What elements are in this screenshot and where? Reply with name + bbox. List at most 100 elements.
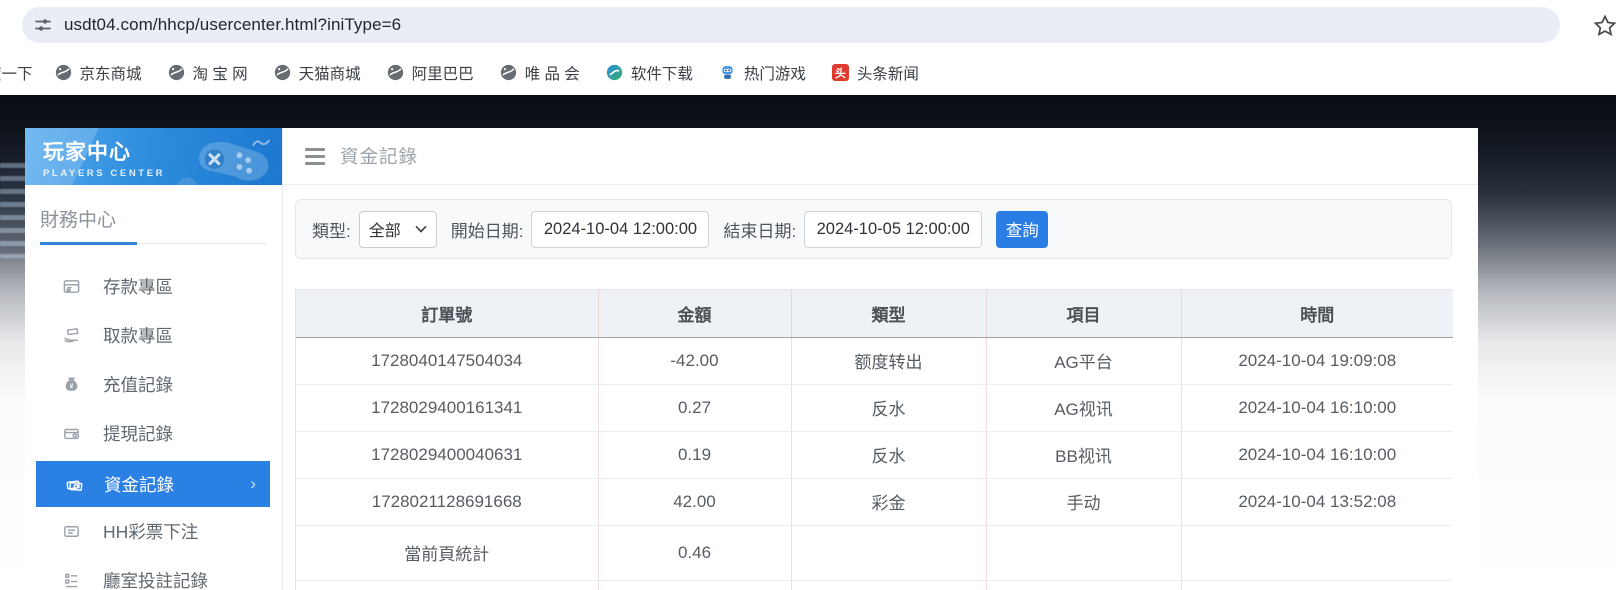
table-cell	[598, 580, 791, 590]
menu-toggle-icon[interactable]	[305, 148, 325, 165]
bookmark-label: 天猫商城	[299, 62, 361, 84]
hot-games-icon	[719, 64, 736, 81]
main-content: 資金記錄 類型: 全部 開始日期: 結束日期: 查詢 訂單號金額類型項目時間 1…	[283, 128, 1478, 590]
bookmark-item[interactable]: 淘 宝 网	[168, 62, 248, 84]
table-cell	[296, 580, 598, 590]
sidebar-item-deposit-card[interactable]: 存款專區	[25, 262, 282, 311]
bookmark-star-icon[interactable]	[1592, 13, 1616, 39]
table-cell: 反水	[791, 384, 986, 431]
site-settings-icon[interactable]	[32, 14, 54, 36]
type-filter-select[interactable]: 全部	[359, 211, 437, 248]
globe-icon	[168, 64, 185, 81]
records-table-wrap: 訂單號金額類型項目時間 1728040147504034-42.00额度转出AG…	[295, 289, 1452, 590]
summary-row: 當前頁統計0.46	[296, 525, 1453, 580]
ticket-icon	[62, 522, 81, 541]
sidebar-item-label: 資金記錄	[104, 472, 174, 497]
page-title: 資金記錄	[340, 143, 418, 169]
sidebar-item-hand-money[interactable]: 取款專區	[25, 311, 282, 360]
table-cell: 0.46	[598, 525, 791, 580]
list-icon	[62, 571, 81, 590]
background-streaks	[0, 163, 26, 258]
table-cell: -42.00	[598, 337, 791, 384]
bookmark-label: 京东商城	[80, 62, 142, 84]
table-cell: 42.00	[598, 478, 791, 525]
svg-text:¥: ¥	[70, 383, 74, 390]
toutiao-news-icon: 头	[832, 64, 849, 81]
sidebar: 玩家中心 PLAYERS CENTER 財務中心 存款專區取款專區¥充值記錄提現…	[25, 128, 283, 590]
sidebar-item-label: 取款專區	[103, 323, 173, 348]
end-date-input[interactable]	[804, 211, 982, 248]
table-cell: 1728040147504034	[296, 337, 598, 384]
table-cell: 反水	[791, 431, 986, 478]
bookmark-item[interactable]: 唯 品 会	[500, 62, 580, 84]
table-cell: AG视讯	[986, 384, 1181, 431]
globe-icon	[500, 64, 517, 81]
table-cell: 1728029400040631	[296, 431, 598, 478]
table-cell	[986, 525, 1181, 580]
players-center-title: 玩家中心	[43, 136, 165, 166]
sidebar-item-ticket[interactable]: HH彩票下注	[25, 507, 282, 556]
chevron-right-icon: ›	[250, 474, 256, 494]
section-divider	[40, 243, 267, 244]
end-date-label: 結束日期:	[723, 217, 796, 242]
table-cell: AG平台	[986, 337, 1181, 384]
table-row-clipped	[296, 580, 1453, 590]
records-table: 訂單號金額類型項目時間 1728040147504034-42.00额度转出AG…	[296, 290, 1453, 590]
table-cell: 1728021128691668	[296, 478, 598, 525]
sidebar-item-label: 充值記錄	[103, 372, 173, 397]
finance-section-title: 財務中心	[40, 205, 267, 232]
globe-icon	[274, 64, 291, 81]
bookmark-label: 淘 宝 网	[193, 62, 248, 84]
table-header-cell: 時間	[1181, 290, 1453, 337]
bookmark-label: 阿里巴巴	[412, 62, 474, 84]
bookmark-item[interactable]: 头头条新闻	[832, 62, 919, 84]
bookmark-item[interactable]: 阿里巴巴	[387, 62, 474, 84]
software-download-icon	[606, 64, 623, 81]
filter-bar: 類型: 全部 開始日期: 結束日期: 查詢	[295, 199, 1452, 259]
search-button[interactable]: 查詢	[996, 211, 1048, 248]
bookmark-label: 热门游戏	[744, 62, 806, 84]
start-date-input[interactable]	[531, 211, 709, 248]
sidebar-item-banknotes[interactable]: 資金記錄 ›	[36, 461, 270, 507]
table-cell	[1181, 580, 1453, 590]
sidebar-item-label: 提現記錄	[103, 421, 173, 446]
globe-icon	[387, 64, 404, 81]
sidebar-item-money-bag[interactable]: ¥ 充值記錄	[25, 360, 282, 409]
bookmark-item[interactable]: 天猫商城	[274, 62, 361, 84]
sidebar-item-list[interactable]: 廳室投註記錄	[25, 556, 282, 590]
table-row: 1728040147504034-42.00额度转出AG平台2024-10-04…	[296, 337, 1453, 384]
table-header-cell: 類型	[791, 290, 986, 337]
table-cell: 彩金	[791, 478, 986, 525]
globe-icon	[55, 64, 72, 81]
table-cell: 0.27	[598, 384, 791, 431]
deposit-card-icon	[62, 277, 81, 296]
gamepad-icon	[172, 134, 278, 185]
table-header-cell: 項目	[986, 290, 1181, 337]
bookmark-item[interactable]: 软件下载	[606, 62, 693, 84]
table-cell: 2024-10-04 16:10:00	[1181, 431, 1453, 478]
hand-money-icon	[62, 326, 81, 345]
bookmark-item[interactable]: 热门游戏	[719, 62, 806, 84]
table-cell: 0.19	[598, 431, 791, 478]
table-row: 17280294000406310.19反水BB视讯2024-10-04 16:…	[296, 431, 1453, 478]
chevron-down-icon	[415, 225, 427, 233]
sidebar-item-wallet-coin[interactable]: 提現記錄	[25, 409, 282, 458]
bookmark-label: 度一下	[0, 62, 33, 84]
type-filter-label: 類型:	[312, 217, 351, 242]
bookmark-item[interactable]: 京东商城	[55, 62, 142, 84]
bookmark-label: 头条新闻	[857, 62, 919, 84]
table-cell: 2024-10-04 19:09:08	[1181, 337, 1453, 384]
wallet-coin-icon	[62, 424, 81, 443]
bookmark-label: 唯 品 会	[525, 62, 580, 84]
bookmark-item[interactable]: 度一下	[0, 62, 33, 84]
user-center-card: 玩家中心 PLAYERS CENTER 財務中心 存款專區取款專區¥充值記錄提現…	[25, 128, 1478, 590]
table-cell	[986, 580, 1181, 590]
table-row: 172802112869166842.00彩金手动2024-10-04 13:5…	[296, 478, 1453, 525]
finance-section-header: 財務中心	[25, 185, 282, 244]
url-bar[interactable]: usdt04.com/hhcp/usercenter.html?iniType=…	[22, 7, 1560, 43]
type-filter-value: 全部	[369, 217, 415, 241]
table-header-cell: 金額	[598, 290, 791, 337]
table-header-cell: 訂單號	[296, 290, 598, 337]
table-cell: 额度转出	[791, 337, 986, 384]
start-date-label: 開始日期:	[451, 217, 524, 242]
